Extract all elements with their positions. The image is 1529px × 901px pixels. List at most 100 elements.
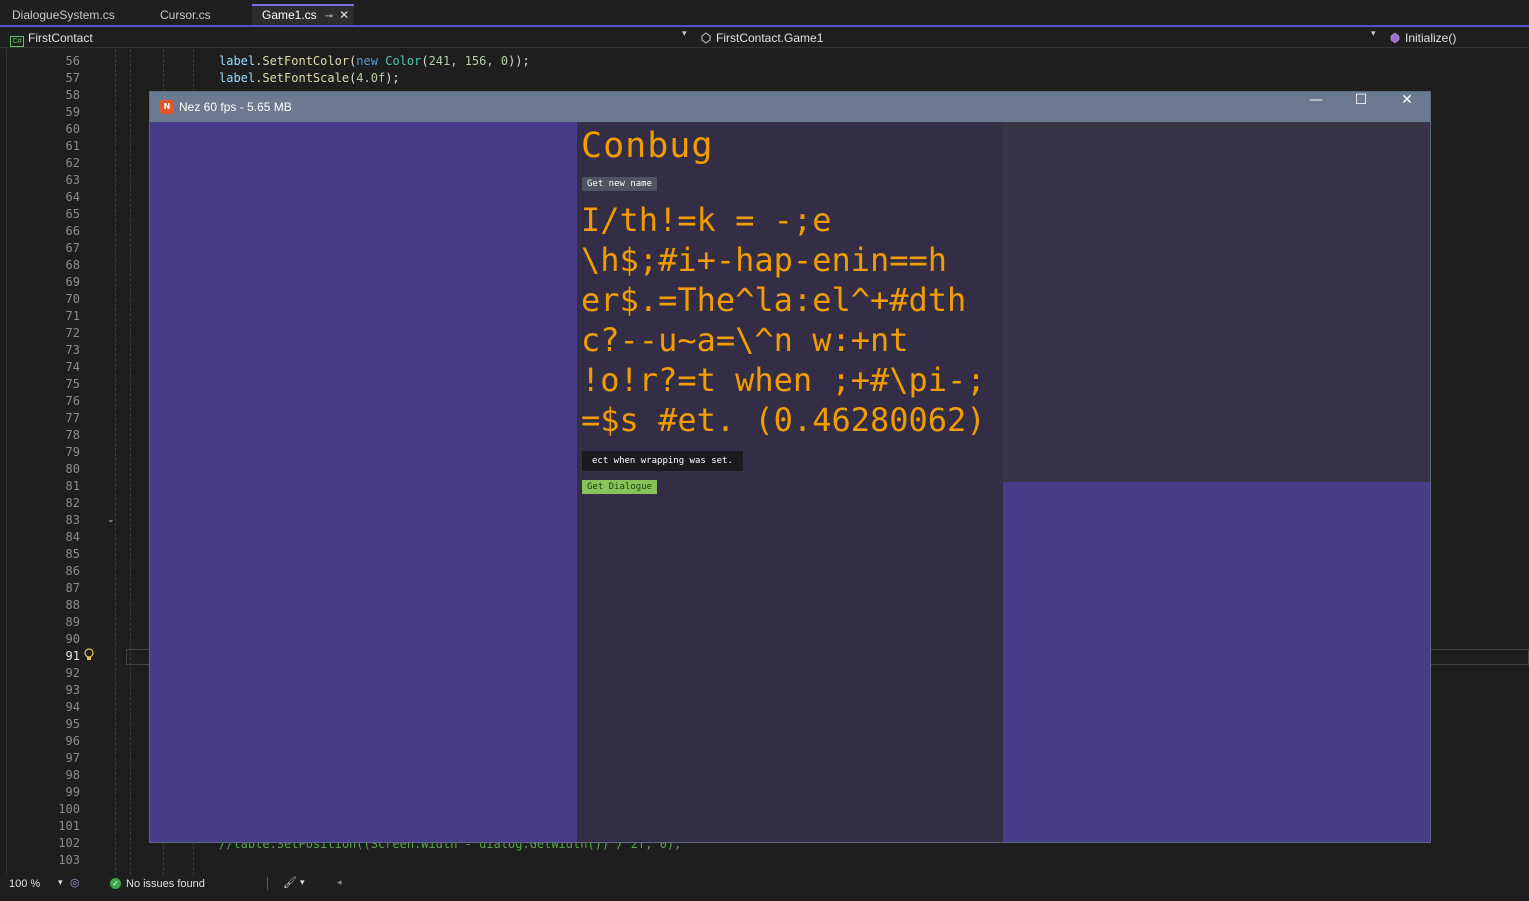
copilot-icon[interactable]: ◎ [70, 876, 80, 889]
bottom-bar [0, 893, 1529, 901]
line-number: 56 [65, 54, 80, 68]
close-icon[interactable]: ✕ [339, 8, 349, 22]
line-number: 73 [65, 343, 80, 357]
line-number: 102 [58, 836, 80, 850]
indent-guide [115, 49, 116, 875]
line-number: 66 [65, 224, 80, 238]
line-number: 93 [65, 683, 80, 697]
game-viewport[interactable]: Conbug Get new name I/th!=k = -;e \h$;#i… [150, 122, 1430, 842]
class-icon [701, 32, 711, 44]
line-number: 59 [65, 105, 80, 119]
tab-dialogue-system[interactable]: DialogueSystem.cs [2, 4, 125, 25]
side-panel [1003, 122, 1430, 482]
scroll-left-icon[interactable]: ◂ [337, 877, 342, 888]
project-name: FirstContact [28, 31, 93, 45]
status-bar: 100 % ▾ ◎ ✓ No issues found 🖌 ▾ ◂ [0, 875, 1529, 893]
line-number: 103 [58, 853, 80, 867]
tooltip: ect when wrapping was set. [582, 451, 743, 471]
window-title: Nez 60 fps - 5.65 MB [179, 100, 292, 114]
line-number: 90 [65, 632, 80, 646]
line-number: 95 [65, 717, 80, 731]
line-number: 70 [65, 292, 80, 306]
check-circle-icon: ✓ [110, 878, 121, 889]
class-name: FirstContact.Game1 [716, 31, 824, 45]
divider [267, 877, 268, 890]
line-number: 69 [65, 275, 80, 289]
member-name: Initialize() [1405, 31, 1457, 45]
project-dropdown[interactable]: C# FirstContact [10, 28, 93, 48]
code-line-57[interactable]: label.SetFontScale(4.0f); [219, 71, 400, 85]
line-number: 72 [65, 326, 80, 340]
line-number: 62 [65, 156, 80, 170]
line-number: 77 [65, 411, 80, 425]
tab-game1[interactable]: Game1.cs ⊸ ✕ [252, 4, 354, 25]
line-number: 87 [65, 581, 80, 595]
lightbulb-icon[interactable] [83, 648, 95, 662]
line-number: 78 [65, 428, 80, 442]
tab-label: Game1.cs [262, 8, 317, 22]
line-number: 63 [65, 173, 80, 187]
member-dropdown[interactable]: Initialize() [1389, 28, 1456, 48]
line-number: 76 [65, 394, 80, 408]
line-number: 75 [65, 377, 80, 391]
get-dialogue-button[interactable]: Get Dialogue [582, 480, 658, 494]
line-number: 79 [65, 445, 80, 459]
line-number: 65 [65, 207, 80, 221]
chevron-down-icon[interactable]: ▾ [682, 28, 687, 39]
line-number: 83 [65, 513, 80, 527]
line-number: 85 [65, 547, 80, 561]
issues-status[interactable]: No issues found [126, 878, 205, 890]
line-number: 61 [65, 139, 80, 153]
indent-guide [130, 49, 131, 875]
line-number: 81 [65, 479, 80, 493]
line-number: 94 [65, 700, 80, 714]
tab-label: Cursor.cs [160, 8, 211, 22]
line-number: 88 [65, 598, 80, 612]
garbled-dialogue-text: I/th!=k = -;e \h$;#i+-hap-enin==h er$.=T… [581, 201, 986, 439]
csharp-project-icon: C# [10, 36, 24, 47]
document-tab-strip: DialogueSystem.cs Cursor.cs Game1.cs ⊸ ✕ [0, 0, 1529, 27]
line-number: 86 [65, 564, 80, 578]
chevron-down-icon[interactable]: ▾ [1371, 28, 1376, 39]
line-number: 64 [65, 190, 80, 204]
line-number: 97 [65, 751, 80, 765]
chevron-down-icon[interactable]: ▾ [300, 877, 305, 888]
line-number: 67 [65, 241, 80, 255]
line-number: 71 [65, 309, 80, 323]
line-number: 99 [65, 785, 80, 799]
window-title-bar[interactable]: N Nez 60 fps - 5.65 MB — ☐ ✕ [150, 92, 1430, 122]
brush-icon[interactable]: 🖌 [283, 876, 297, 889]
game-window[interactable]: N Nez 60 fps - 5.65 MB — ☐ ✕ Conbug Get … [149, 91, 1431, 843]
left-margin [6, 49, 7, 875]
zoom-level[interactable]: 100 % [9, 878, 40, 890]
line-number: 57 [65, 71, 80, 85]
nez-logo-icon: N [160, 100, 174, 114]
line-number: 101 [58, 819, 80, 833]
code-line-56[interactable]: label.SetFontColor(new Color(241, 156, 0… [219, 54, 530, 68]
chevron-down-icon[interactable]: ▾ [58, 877, 63, 888]
class-dropdown[interactable]: FirstContact.Game1 [700, 28, 823, 48]
line-number: 74 [65, 360, 80, 374]
line-number: 98 [65, 768, 80, 782]
tab-cursor[interactable]: Cursor.cs [150, 4, 221, 25]
navigation-bar: C# FirstContact ▾ FirstContact.Game1 ▾ In… [0, 28, 1529, 48]
minimize-icon[interactable]: — [1293, 92, 1339, 122]
line-number: 84 [65, 530, 80, 544]
name-heading: Conbug [581, 126, 714, 166]
get-new-name-button[interactable]: Get new name [582, 177, 658, 191]
method-icon [1390, 32, 1400, 44]
maximize-icon[interactable]: ☐ [1338, 92, 1384, 122]
line-number: 92 [65, 666, 80, 680]
collapse-chevron-icon[interactable]: ⌄ [107, 515, 115, 525]
dialogue-panel: Conbug Get new name I/th!=k = -;e \h$;#i… [577, 122, 1003, 842]
line-number: 82 [65, 496, 80, 510]
close-icon[interactable]: ✕ [1384, 92, 1430, 122]
pin-icon[interactable]: ⊸ [325, 11, 333, 22]
line-number: 89 [65, 615, 80, 629]
line-number: 68 [65, 258, 80, 272]
tab-label: DialogueSystem.cs [12, 8, 115, 22]
line-number: 60 [65, 122, 80, 136]
line-number: 100 [58, 802, 80, 816]
line-number: 91 [65, 649, 80, 663]
line-number: 80 [65, 462, 80, 476]
